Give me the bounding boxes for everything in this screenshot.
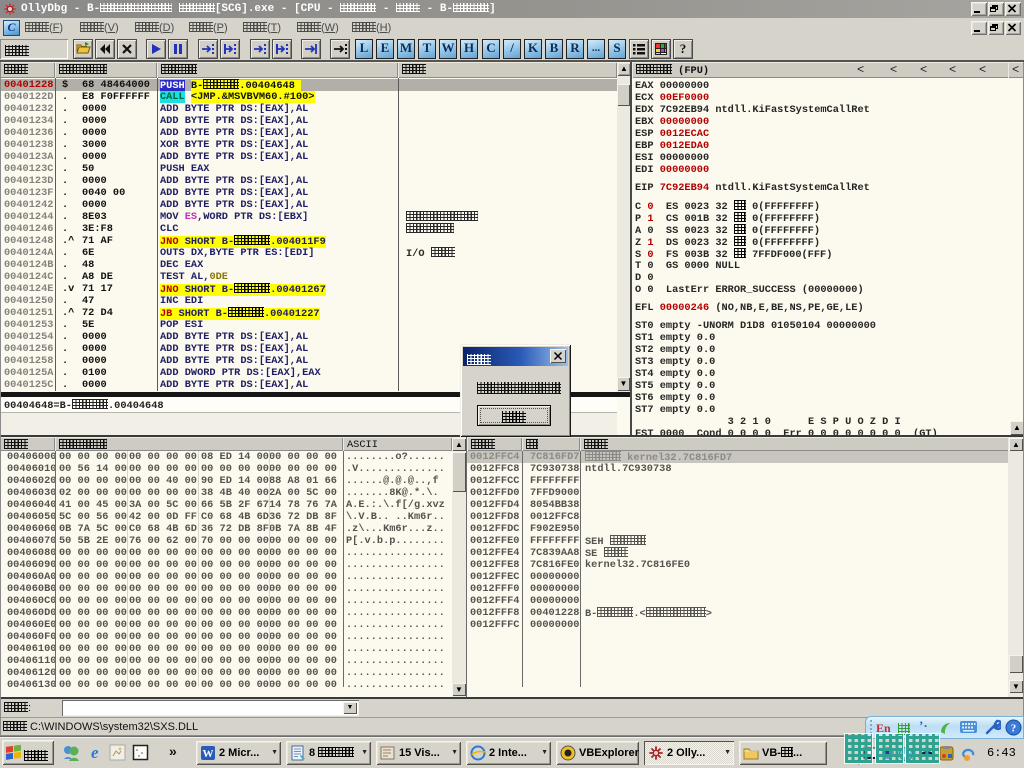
svg-text:W: W bbox=[203, 748, 214, 760]
svg-text:?: ? bbox=[1011, 723, 1017, 735]
svg-text:e: e bbox=[91, 743, 99, 762]
